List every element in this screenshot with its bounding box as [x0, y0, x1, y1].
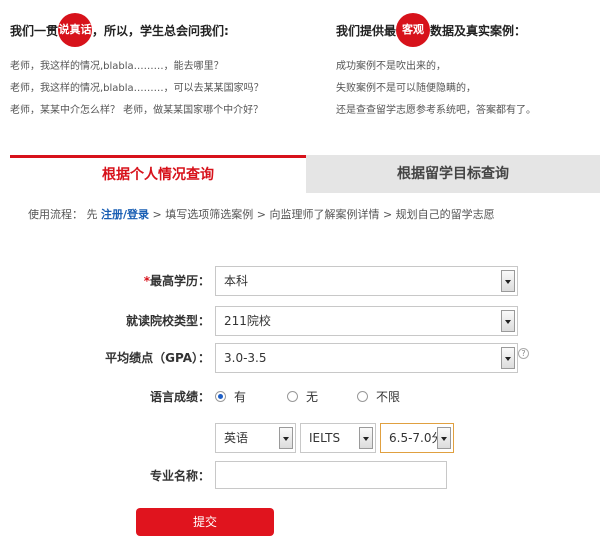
- help-icon[interactable]: ?: [518, 348, 529, 359]
- language-detail-row: 英语 IELTS 6.5-7.0分: [0, 423, 600, 453]
- chevron-down-icon: [501, 270, 515, 292]
- register-login-link[interactable]: 注册/登录: [101, 208, 149, 221]
- gpa-row: 平均绩点（GPA）： 3.0-3.5 ?: [0, 343, 600, 373]
- usage-flow: 使用流程： 先 注册/登录 > 填写选项筛选案例 > 向监理师了解案例详情 > …: [28, 208, 495, 221]
- school-type-row: 就读院校类型： 211院校: [0, 306, 600, 336]
- highlight-badge: 说真话: [58, 13, 93, 47]
- school-type-label: 就读院校类型：: [125, 314, 210, 328]
- gpa-select[interactable]: 3.0-3.5: [215, 343, 518, 373]
- school-type-select[interactable]: 211院校: [215, 306, 518, 336]
- test-type-select[interactable]: IELTS: [300, 423, 376, 453]
- intro-right: 我们提供最 客观 数据及真实案例： 成功案例不是吹出来的， 失败案例不是可以随便隐瞒…: [336, 13, 596, 122]
- education-select[interactable]: 本科: [215, 266, 518, 296]
- score-range-select[interactable]: 6.5-7.0分: [380, 423, 454, 453]
- gpa-label: 平均绩点（GPA）：: [105, 351, 210, 365]
- intro-right-line: 成功案例不是吹出来的，: [336, 61, 446, 72]
- chevron-down-icon: [501, 310, 515, 332]
- intro-left-line: 老师，某某中介怎么样？ 老师，做某某国家哪个中介好？: [10, 105, 264, 116]
- language-type-select[interactable]: 英语: [215, 423, 296, 453]
- radio-any-score[interactable]: 不限: [357, 382, 400, 412]
- tab-target-query[interactable]: 根据留学目标查询: [306, 155, 600, 193]
- intro-right-line: 失败案例不是可以随便隐瞒的，: [336, 83, 476, 94]
- intro-left: 我们一贯说真话，所以，学生总会问我们: 老师，我这样的情况,blabla………，…: [10, 13, 320, 122]
- radio-icon: [215, 391, 226, 402]
- radio-icon: [357, 391, 368, 402]
- education-label: *最高学历：: [143, 274, 210, 288]
- intro-left-line: 老师，我这样的情况,blabla………，能去哪里？: [10, 61, 224, 72]
- intro-right-title: 我们提供最 客观 数据及真实案例：: [336, 13, 596, 48]
- submit-button[interactable]: 提交: [136, 508, 274, 536]
- intro-left-line: 老师，我这样的情况,blabla………，可以去某某国家吗？: [10, 83, 264, 94]
- chevron-down-icon: [359, 427, 373, 449]
- chevron-down-icon: [437, 427, 451, 449]
- highlight-badge: 客观: [396, 13, 431, 47]
- intro-right-line: 还是查查留学志愿参考系统吧，答案都有了。: [336, 105, 536, 116]
- query-tabs: 根据个人情况查询 根据留学目标查询: [10, 155, 600, 193]
- education-row: *最高学历： 本科: [0, 266, 600, 296]
- language-label: 语言成绩：: [149, 390, 210, 404]
- major-row: 专业名称：: [0, 461, 600, 491]
- intro-left-title: 我们一贯说真话，所以，学生总会问我们:: [10, 13, 320, 48]
- chevron-down-icon: [279, 427, 293, 449]
- chevron-down-icon: [501, 347, 515, 369]
- major-label: 专业名称：: [149, 469, 210, 483]
- radio-has-score[interactable]: 有: [215, 382, 246, 412]
- language-row: 语言成绩： 有 无 不限: [0, 382, 600, 412]
- tab-personal-query[interactable]: 根据个人情况查询: [10, 155, 306, 193]
- radio-icon: [287, 391, 298, 402]
- major-input[interactable]: [215, 461, 447, 489]
- radio-no-score[interactable]: 无: [287, 382, 318, 412]
